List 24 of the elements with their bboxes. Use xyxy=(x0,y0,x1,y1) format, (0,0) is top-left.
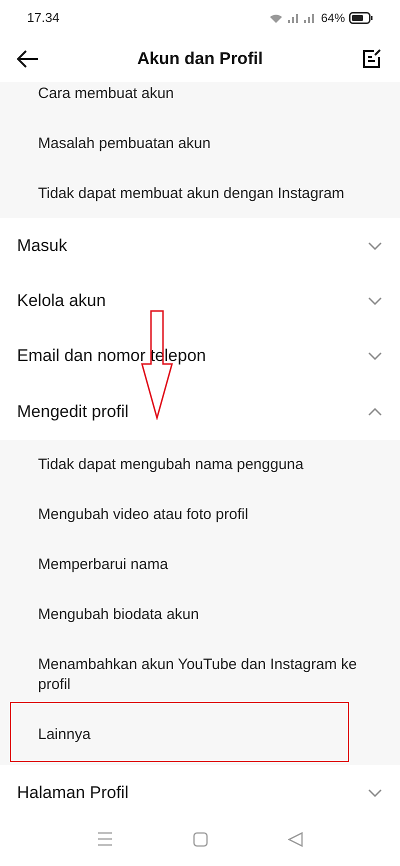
topic-row[interactable]: Mengedit profil xyxy=(0,383,400,440)
help-article-item[interactable]: Mengubah biodata akun xyxy=(0,590,400,640)
help-article-item[interactable]: Menambahkan akun YouTube dan Instagram ke profil xyxy=(0,640,400,710)
help-article-item[interactable]: Mengubah video atau foto profil xyxy=(0,490,400,540)
page-title: Akun dan Profil xyxy=(137,48,263,70)
help-article-item[interactable]: Memperbarui nama xyxy=(0,540,400,590)
back-arrow-icon xyxy=(17,50,39,68)
topic-row[interactable]: Halaman Profil xyxy=(0,765,400,820)
help-article-item[interactable]: Lainnya xyxy=(0,710,400,760)
edit-note-icon xyxy=(362,49,382,69)
signal-icon xyxy=(286,13,317,23)
help-article-item[interactable]: Tidak dapat membuat akun dengan Instagram xyxy=(0,169,400,218)
help-article-item[interactable]: Masalah pembuatan akun xyxy=(0,119,400,169)
battery-percent: 64% xyxy=(320,10,345,27)
status-time: 17.34 xyxy=(27,9,60,28)
help-article-item[interactable]: Cara membuat akun xyxy=(0,82,400,119)
wifi-icon xyxy=(268,13,283,23)
topic-row[interactable]: Kelola akun xyxy=(0,273,400,328)
help-article-item[interactable]: Tidak dapat mengubah nama pengguna xyxy=(0,440,400,490)
menu-icon[interactable] xyxy=(97,832,113,846)
topic-row[interactable]: Masuk xyxy=(0,218,400,273)
battery-icon xyxy=(349,12,373,24)
home-icon[interactable] xyxy=(193,832,208,846)
back-icon[interactable] xyxy=(288,832,303,846)
